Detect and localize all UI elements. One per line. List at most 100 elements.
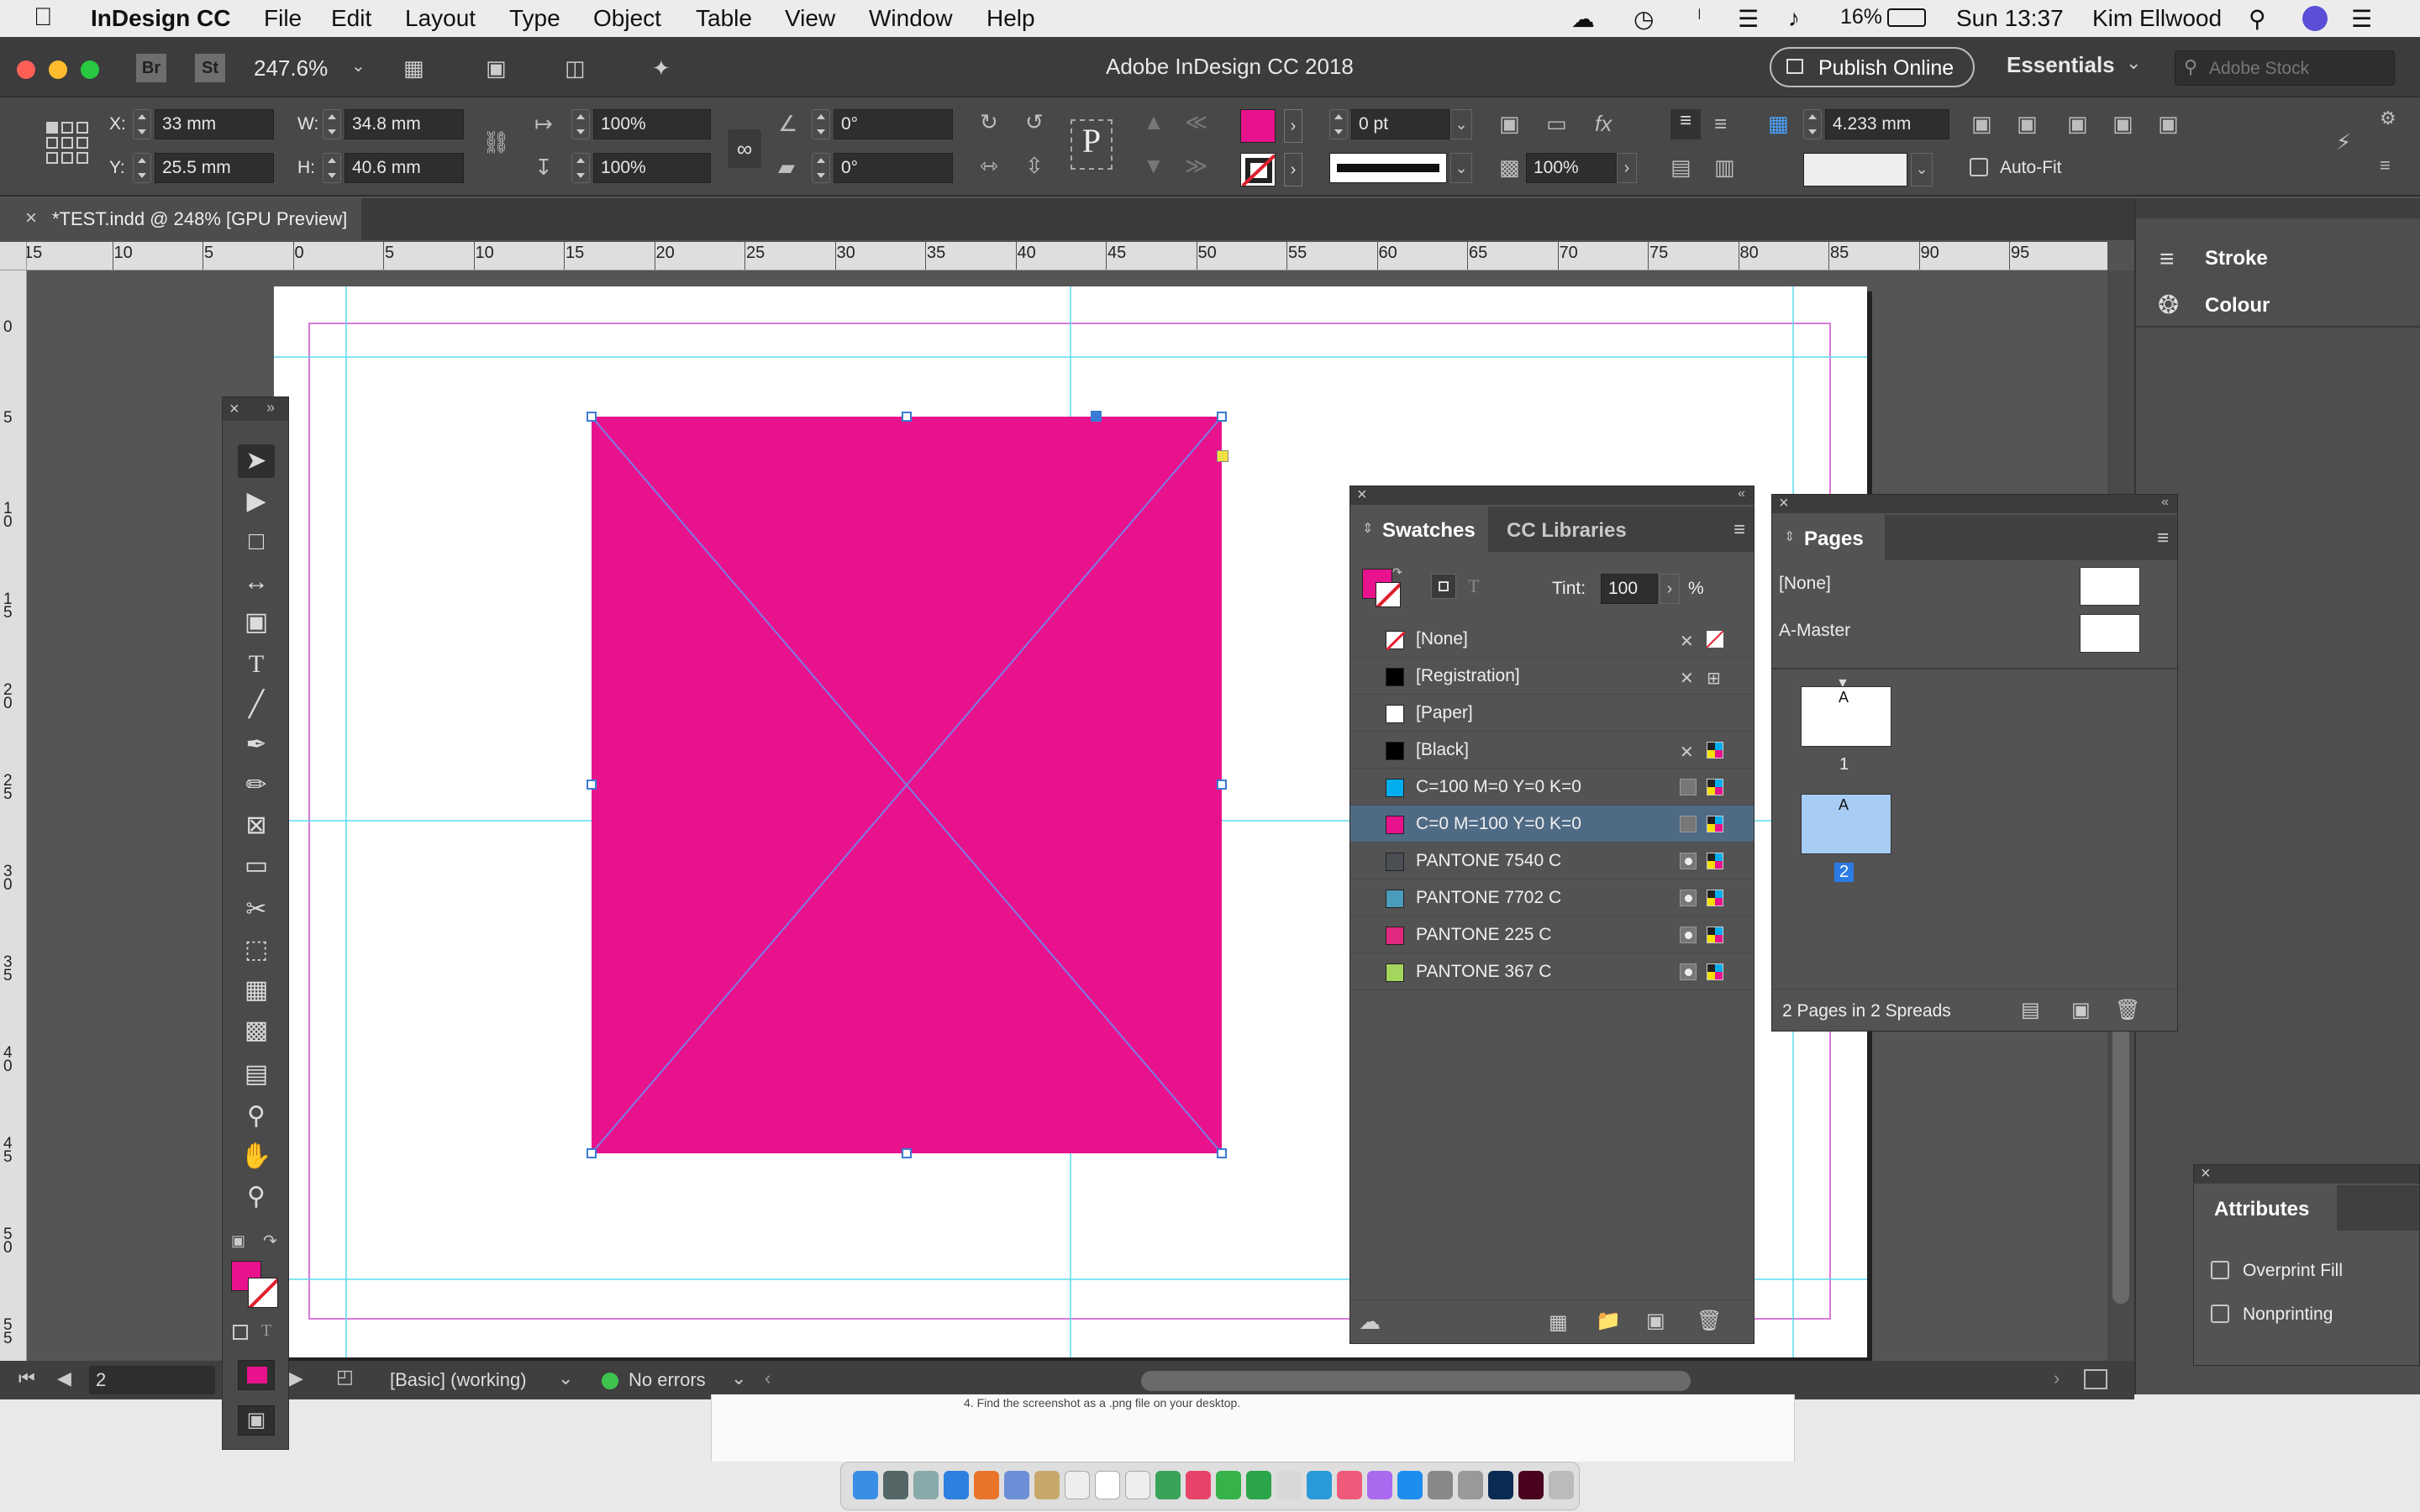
fit-proportionally-icon[interactable]: ▣: [2067, 113, 2088, 134]
page-1-thumbnail[interactable]: A: [1801, 686, 1891, 747]
screenshot-icon[interactable]: [1458, 1471, 1483, 1499]
split-view-icon[interactable]: [2084, 1369, 2107, 1389]
edit-page-size-icon[interactable]: ▤: [2021, 998, 2040, 1022]
w-stepper[interactable]: [323, 109, 341, 139]
first-page-icon[interactable]: ⏮: [18, 1368, 35, 1389]
scroll-right-icon[interactable]: ›: [2054, 1368, 2060, 1389]
workspace-switcher[interactable]: Essentials: [2007, 52, 2115, 78]
effects-icon[interactable]: fx: [1595, 113, 1612, 134]
hand-tool-icon[interactable]: ✋: [238, 1140, 275, 1173]
reference-point-icon[interactable]: [45, 121, 89, 165]
a-master-row[interactable]: A-Master: [1772, 609, 2177, 658]
formatting-container-toggle[interactable]: [1431, 574, 1456, 599]
gpu-performance-icon[interactable]: ✦: [652, 55, 671, 81]
tab-cc-libraries[interactable]: CC Libraries: [1507, 507, 1627, 552]
minimize-window-button[interactable]: [49, 60, 67, 79]
new-color-group-icon[interactable]: 📁: [1596, 1309, 1621, 1333]
scale-x-field[interactable]: 100%: [593, 109, 711, 139]
delete-page-icon[interactable]: 🗑: [2115, 998, 2140, 1022]
swatch-row[interactable]: [Registration] ✕ ⊞: [1350, 658, 1754, 695]
constrain-scale-icon[interactable]: ∞: [728, 129, 761, 168]
finder-icon[interactable]: [853, 1471, 878, 1499]
handle-top[interactable]: [902, 412, 912, 422]
notification-center-icon[interactable]: ☰: [2351, 5, 2372, 33]
zoom-level[interactable]: 247.6%: [254, 55, 328, 81]
tint-slider-icon[interactable]: ›: [1660, 574, 1680, 604]
control-settings-icon[interactable]: ⚙: [2380, 109, 2396, 128]
wifi-icon[interactable]: ☰: [1738, 5, 1759, 33]
swatch-row[interactable]: PANTONE 7540 C: [1350, 843, 1754, 879]
select-container-icon[interactable]: ▲: [1143, 111, 1165, 133]
next-page-icon[interactable]: ▶: [289, 1368, 303, 1389]
menu-help[interactable]: Help: [986, 5, 1035, 32]
close-attributes-icon[interactable]: ×: [2201, 1165, 2211, 1182]
zoom-dropdown-icon[interactable]: ⌄: [351, 55, 366, 76]
menu-edit[interactable]: Edit: [331, 5, 371, 32]
overprint-fill-checkbox[interactable]: [2211, 1261, 2229, 1279]
rotate-stepper[interactable]: [812, 109, 830, 139]
horizontal-scrollbar-thumb[interactable]: [1141, 1371, 1691, 1391]
bluetooth-icon[interactable]: ᛌ: [1692, 5, 1707, 32]
stock-button[interactable]: St: [195, 54, 225, 82]
swatch-row[interactable]: PANTONE 7702 C: [1350, 879, 1754, 916]
contacts-icon[interactable]: [1034, 1471, 1060, 1499]
page-tool-icon[interactable]: □: [238, 525, 275, 559]
gradient-swatch-tool-icon[interactable]: ▦: [238, 974, 275, 1007]
tab-attributes[interactable]: Attributes: [2194, 1185, 2337, 1231]
swatch-row[interactable]: C=100 M=0 Y=0 K=0: [1350, 769, 1754, 806]
reminders-icon[interactable]: [1125, 1471, 1150, 1499]
stroke-swatch[interactable]: [1240, 153, 1276, 186]
scroll-left-icon[interactable]: ‹: [765, 1368, 771, 1389]
menu-layout[interactable]: Layout: [405, 5, 476, 32]
default-fill-stroke-icon[interactable]: ▣: [231, 1232, 245, 1250]
constrain-proportions-icon[interactable]: ⛓: [482, 131, 510, 153]
handle-right[interactable]: [1217, 780, 1227, 790]
handle-bottom-left[interactable]: [587, 1148, 597, 1158]
ruler-origin[interactable]: [0, 242, 27, 270]
distribute-horizontal-icon[interactable]: ▥: [1714, 156, 1735, 178]
swap-swatches-icon[interactable]: ↷: [1392, 565, 1402, 580]
open-document-icon[interactable]: ◰: [336, 1366, 354, 1388]
pencil-tool-icon[interactable]: ✏: [238, 769, 275, 802]
pages-app-icon[interactable]: [1276, 1471, 1302, 1499]
select-content-icon[interactable]: ▼: [1143, 155, 1165, 176]
gradient-feather-tool-icon[interactable]: ▩: [238, 1014, 275, 1047]
preflight-chevron-icon[interactable]: ⌄: [731, 1368, 746, 1389]
swatch-stroke-proxy[interactable]: [1376, 582, 1401, 607]
frame-fitting-preview[interactable]: [1803, 153, 1907, 186]
spotlight-icon[interactable]: ⚲: [2249, 5, 2266, 33]
bridge-button[interactable]: Br: [136, 54, 166, 82]
note-tool-icon[interactable]: ▤: [238, 1058, 275, 1091]
app-store-icon[interactable]: [1397, 1471, 1423, 1499]
clock[interactable]: Sun 13:37: [1956, 5, 2064, 32]
battery-icon[interactable]: [1887, 8, 1926, 27]
zoom-tool-icon[interactable]: ⚲: [238, 1180, 275, 1214]
facetime-icon[interactable]: [1246, 1471, 1271, 1499]
fill-swatch-dropdown-icon[interactable]: ›: [1284, 109, 1302, 143]
document-tab[interactable]: × *TEST.indd @ 248% [GPU Preview]: [0, 198, 361, 240]
menu-view[interactable]: View: [785, 5, 835, 32]
center-content-icon[interactable]: ▣: [2158, 113, 2179, 134]
swatches-menu-icon[interactable]: ≡: [1733, 518, 1745, 542]
drop-shadow-icon[interactable]: ▣: [1499, 113, 1520, 134]
close-tools-icon[interactable]: ×: [229, 401, 239, 417]
arrange-documents-icon[interactable]: ◫: [565, 55, 586, 81]
apple-icon[interactable]: : [34, 3, 53, 32]
stroke-icon[interactable]: ≡: [2160, 245, 2175, 274]
select-previous-icon[interactable]: ≪: [1185, 111, 1207, 133]
new-page-icon[interactable]: ▣: [2071, 998, 2091, 1022]
photoshop-icon[interactable]: [1488, 1471, 1513, 1499]
swap-fill-stroke-icon[interactable]: ↷: [263, 1231, 277, 1252]
fill-frame-icon[interactable]: ▣: [1971, 113, 1992, 134]
previous-page-icon[interactable]: ◀: [57, 1368, 71, 1389]
safari-icon[interactable]: [944, 1471, 969, 1499]
x-field[interactable]: 33 mm: [155, 109, 274, 139]
handle-top-right[interactable]: [1217, 412, 1227, 422]
frame-fitting-dropdown-icon[interactable]: ⌄: [1911, 153, 1933, 186]
stroke-swatch-dropdown-icon[interactable]: ›: [1284, 153, 1302, 186]
w-field[interactable]: 34.8 mm: [345, 109, 464, 139]
handle-bottom[interactable]: [902, 1148, 912, 1158]
page-2-thumbnail[interactable]: A: [1801, 794, 1891, 854]
flip-horizontal-icon[interactable]: ⇿: [980, 155, 998, 176]
close-tab-icon[interactable]: ×: [25, 207, 37, 230]
